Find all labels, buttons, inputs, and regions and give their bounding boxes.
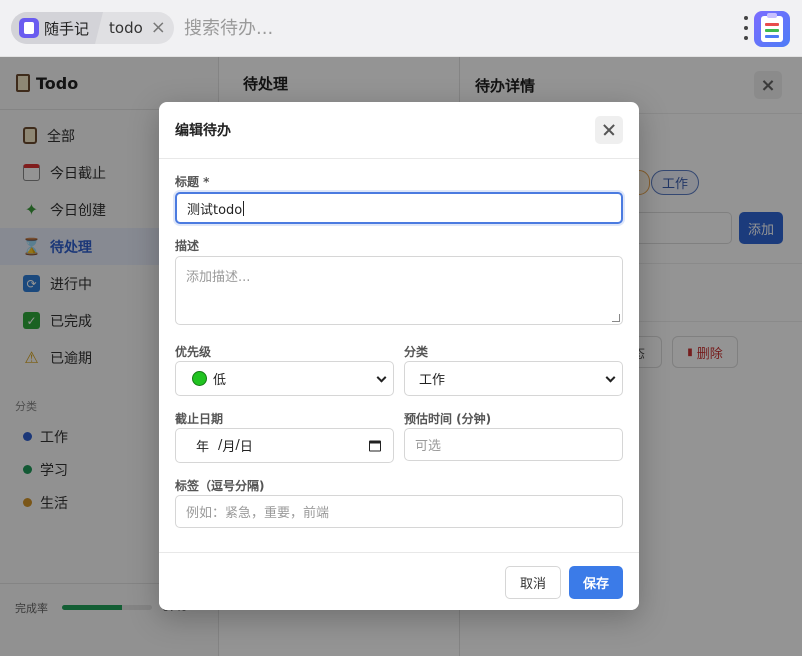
category-value: 工作 — [419, 373, 446, 388]
green-circle-icon — [192, 371, 207, 386]
estimate-input[interactable]: 可选 — [404, 428, 623, 461]
description-label: 描述 — [175, 239, 200, 253]
priority-label: 优先级 — [175, 345, 212, 359]
dialog-footer: 取消 保存 — [159, 552, 639, 610]
estimate-label: 预估时间 (分钟) — [404, 412, 492, 426]
page-tab[interactable]: todo × — [103, 12, 174, 44]
date-day-segment[interactable]: 日 — [240, 436, 253, 455]
text-caret — [243, 200, 245, 216]
cancel-button[interactable]: 取消 — [505, 566, 561, 599]
dialog-title: 编辑待办 — [175, 123, 231, 139]
search-input[interactable] — [184, 15, 704, 41]
due-date-input[interactable]: 年 / 月 / 日 — [175, 428, 394, 463]
close-icon[interactable] — [595, 116, 623, 144]
calendar-icon[interactable] — [369, 440, 381, 451]
title-input[interactable]: 测试todo — [175, 192, 623, 224]
description-placeholder: 添加描述... — [186, 270, 251, 285]
description-textarea[interactable]: 添加描述... — [175, 256, 623, 325]
app-name: 随手记 — [44, 19, 90, 38]
clipboard-list-icon[interactable] — [754, 11, 790, 47]
tags-label: 标签（逗号分隔) — [175, 479, 265, 493]
title-input-value: 测试todo — [187, 202, 243, 218]
dialog-header: 编辑待办 — [159, 102, 639, 159]
priority-value: 低 — [213, 373, 227, 388]
breadcrumb: 随手记 todo × — [11, 12, 174, 44]
save-button[interactable]: 保存 — [569, 566, 623, 599]
close-tab-icon[interactable]: × — [151, 19, 166, 37]
page-tab-label: todo — [109, 19, 143, 37]
estimate-placeholder: 可选 — [415, 439, 442, 454]
tags-input[interactable]: 例如：紧急，重要，前端 — [175, 495, 623, 528]
priority-select[interactable]: 低 — [175, 361, 394, 396]
resize-handle-icon[interactable] — [612, 314, 620, 322]
more-vertical-icon[interactable] — [740, 14, 752, 42]
app-breadcrumb[interactable]: 随手记 — [11, 12, 103, 44]
chevron-down-icon — [376, 372, 387, 383]
notebook-icon — [19, 18, 39, 38]
date-month-segment[interactable]: 月 — [222, 436, 235, 455]
tags-placeholder: 例如：紧急，重要，前端 — [186, 506, 330, 521]
category-label: 分类 — [404, 345, 429, 359]
due-date-label: 截止日期 — [175, 412, 224, 426]
edit-todo-dialog: 编辑待办 标题 * 测试todo 描述 添加描述... 优先级 低 分类 工作 … — [159, 102, 639, 610]
title-label: 标题 * — [175, 175, 210, 189]
chevron-down-icon — [605, 372, 616, 383]
date-year-segment[interactable]: 年 — [196, 436, 209, 455]
category-select[interactable]: 工作 — [404, 361, 623, 396]
top-bar: 随手记 todo × — [0, 0, 802, 57]
